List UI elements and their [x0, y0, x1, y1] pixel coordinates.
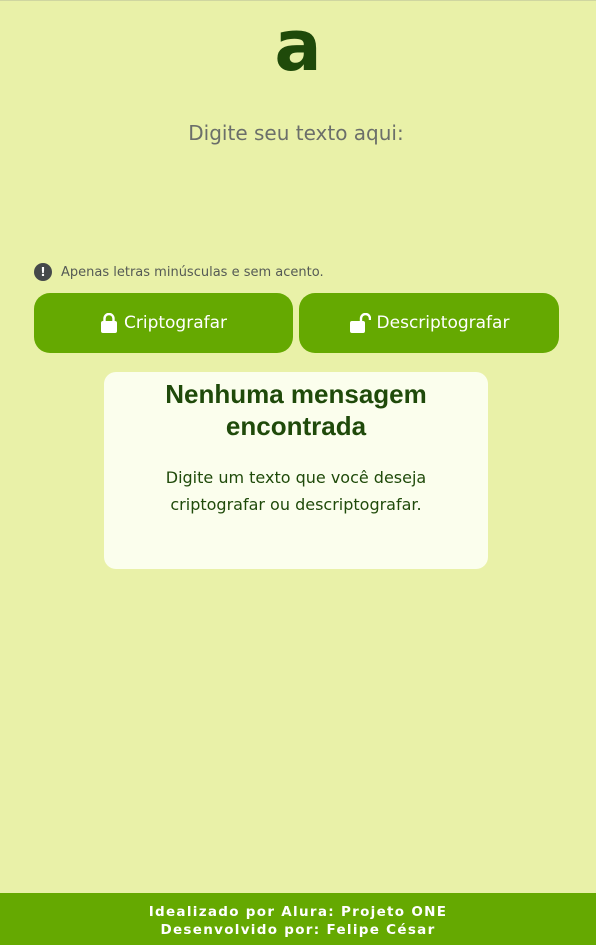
footer-line-2: Desenvolvido por: Felipe César — [160, 922, 436, 938]
text-input[interactable] — [34, 117, 558, 252]
encrypt-button-label: Criptografar — [123, 313, 228, 333]
decrypt-button[interactable]: Descriptografar — [299, 293, 559, 353]
footer-line-1: Idealizado por Alura: Projeto ONE — [148, 904, 448, 920]
exclamation-circle-icon: ! — [34, 263, 52, 281]
output-title: Nenhuma mensagem encontrada — [165, 379, 427, 441]
input-hint: ! Apenas letras minúsculas e sem acento. — [34, 263, 324, 281]
decrypt-button-label: Descriptografar — [376, 313, 510, 333]
footer: Idealizado por Alura: Projeto ONE Desenv… — [0, 893, 596, 945]
unlock-icon — [349, 313, 371, 333]
hint-text: Apenas letras minúsculas e sem acento. — [61, 264, 324, 280]
alura-logo: a — [274, 5, 322, 87]
output-text: Digite um texto que você deseja criptogr… — [165, 468, 427, 514]
lock-icon — [100, 313, 118, 333]
output-panel: Nenhuma mensagem encontrada Digite um te… — [104, 372, 488, 569]
encrypt-button[interactable]: Criptografar — [34, 293, 293, 353]
